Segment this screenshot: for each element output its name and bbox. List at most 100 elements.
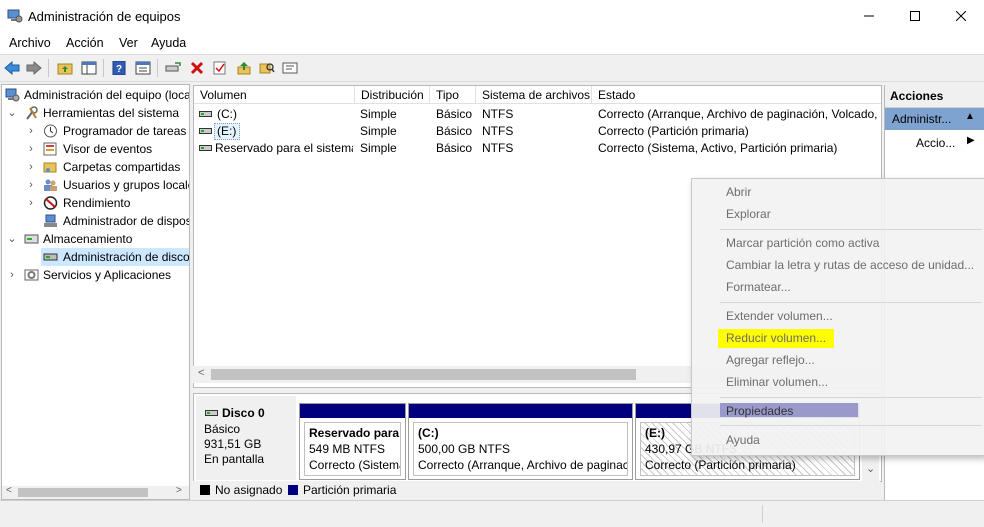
- scrollbar-thumb[interactable]: [18, 488, 148, 497]
- volume-icon: [199, 111, 212, 117]
- menu-ver[interactable]: Ver: [119, 36, 138, 50]
- tree-item-shared-folders[interactable]: › Carpetas compartidas: [2, 158, 189, 176]
- services-icon: [24, 269, 39, 281]
- scroll-left-icon[interactable]: <: [198, 367, 204, 379]
- scrollbar-thumb[interactable]: [211, 369, 636, 380]
- computer-management-icon: [5, 88, 20, 102]
- maximize-button[interactable]: [892, 0, 938, 32]
- partition-status: Correcto (Arranque, Archivo de paginac: [418, 458, 628, 472]
- scroll-right-icon[interactable]: >: [176, 485, 182, 496]
- scroll-down-icon[interactable]: ⌄: [866, 462, 875, 475]
- menu-item-change-letter[interactable]: Cambiar la letra y rutas de acceso de un…: [726, 258, 974, 272]
- menu-item-help[interactable]: Ayuda: [726, 433, 760, 447]
- menu-item-format[interactable]: Formatear...: [726, 280, 791, 294]
- menu-item-add-mirror[interactable]: Agregar reflejo...: [726, 353, 815, 367]
- window-title: Administración de equipos: [28, 9, 181, 24]
- minimize-button[interactable]: [846, 0, 892, 32]
- column-header-type[interactable]: Tipo: [430, 86, 476, 104]
- tree-item-performance[interactable]: › Rendimiento: [2, 194, 189, 212]
- status-bar: [0, 500, 984, 527]
- partition-body: (C:) 500,00 GB NTFS Correcto (Arranque, …: [413, 422, 628, 476]
- menu-archivo[interactable]: Archivo: [9, 36, 51, 50]
- expand-chevron-icon[interactable]: ›: [26, 158, 36, 176]
- actions-more[interactable]: Accio... ▶: [885, 133, 984, 153]
- delete-button[interactable]: [188, 59, 206, 77]
- tree-item-storage[interactable]: ⌄ Almacenamiento: [2, 230, 189, 248]
- back-button[interactable]: [3, 59, 21, 77]
- disk-info-panel[interactable]: Disco 0 Básico 931,51 GB En pantalla: [196, 396, 296, 480]
- tree-item-users-groups[interactable]: › Usuarios y grupos locales: [2, 176, 189, 194]
- column-header-volume[interactable]: Volumen: [194, 86, 355, 104]
- table-row[interactable]: Reservado para el sistema Simple Básico …: [194, 140, 881, 157]
- show-hide-tree-button[interactable]: [80, 59, 98, 77]
- help-icon: ?: [112, 61, 126, 75]
- menu-separator: [720, 425, 982, 426]
- context-menu: Abrir Explorar Marcar partición como act…: [691, 178, 984, 456]
- tree-item-device-manager[interactable]: Administrador de dispositivos: [2, 212, 189, 230]
- table-row[interactable]: (C:) Simple Básico NTFS Correcto (Arranq…: [194, 106, 881, 123]
- tree-item-disk-management[interactable]: Administración de discos: [41, 248, 189, 266]
- checklist-button[interactable]: [211, 59, 229, 77]
- menu-separator: [720, 229, 982, 230]
- expand-chevron-icon[interactable]: ›: [26, 140, 36, 158]
- expand-chevron-icon[interactable]: ›: [7, 266, 17, 284]
- tree-label: Rendimiento: [63, 196, 131, 210]
- checklist-icon: [213, 61, 226, 75]
- properties-view-button[interactable]: [134, 59, 152, 77]
- cell-type: Básico: [436, 141, 473, 155]
- tree-item-task-scheduler[interactable]: › Programador de tareas: [2, 122, 189, 140]
- submenu-arrow-icon: ▶: [967, 135, 975, 146]
- options-button[interactable]: [281, 59, 299, 77]
- tree-item-system-tools[interactable]: ⌄ Herramientas del sistema: [2, 104, 189, 122]
- export-button[interactable]: [235, 59, 253, 77]
- close-button[interactable]: [938, 0, 984, 32]
- collapse-chevron-icon[interactable]: ⌄: [7, 230, 17, 248]
- column-header-filesystem[interactable]: Sistema de archivos: [476, 86, 592, 104]
- expand-chevron-icon[interactable]: ›: [26, 122, 36, 140]
- actions-group-label: Administr...: [892, 112, 952, 126]
- collapse-chevron-icon[interactable]: ⌄: [7, 104, 17, 122]
- cell-type: Básico: [436, 107, 473, 121]
- actions-group-disk-management[interactable]: Administr... ▲: [885, 108, 984, 130]
- menu-item-delete[interactable]: Eliminar volumen...: [726, 375, 828, 389]
- tree-horizontal-scrollbar[interactable]: < >: [1, 485, 190, 500]
- menu-item-properties[interactable]: Propiedades: [726, 404, 793, 418]
- forward-button[interactable]: [25, 59, 43, 77]
- partition-c[interactable]: (C:) 500,00 GB NTFS Correcto (Arranque, …: [408, 403, 633, 480]
- column-header-layout[interactable]: Distribución: [355, 86, 430, 104]
- menu-accion[interactable]: Acción: [66, 36, 104, 50]
- table-row[interactable]: (E:) Simple Básico NTFS Correcto (Partic…: [194, 123, 881, 140]
- menu-item-extend[interactable]: Extender volumen...: [726, 309, 833, 323]
- actions-more-label: Accio...: [916, 136, 956, 150]
- scroll-left-icon[interactable]: <: [6, 485, 12, 496]
- connect-drive-button[interactable]: [164, 59, 182, 77]
- column-header-status[interactable]: Estado: [592, 86, 881, 104]
- expand-chevron-icon[interactable]: ›: [26, 194, 36, 212]
- menu-item-open[interactable]: Abrir: [726, 185, 751, 199]
- help-button[interactable]: ?: [110, 59, 128, 77]
- menu-item-shrink[interactable]: Reducir volumen...: [726, 331, 826, 345]
- menu-separator: [720, 397, 982, 398]
- up-level-button[interactable]: [56, 59, 74, 77]
- disk-drive-icon: [43, 253, 58, 261]
- console-tree-icon: [81, 61, 97, 75]
- computer-management-icon: [7, 9, 23, 23]
- close-icon: [956, 11, 966, 21]
- expand-chevron-icon[interactable]: ›: [26, 176, 36, 194]
- tree-item-event-viewer[interactable]: › Visor de eventos: [2, 140, 189, 158]
- tree-item-services-apps[interactable]: › Servicios y Aplicaciones: [2, 266, 189, 284]
- options-panel-icon: [282, 62, 298, 74]
- collapse-triangle-icon[interactable]: ▲: [965, 111, 975, 122]
- partition-size: 500,00 GB NTFS: [418, 442, 511, 456]
- menu-ayuda[interactable]: Ayuda: [151, 36, 186, 50]
- tree-item-root[interactable]: Administración del equipo (local): [2, 86, 189, 104]
- menu-item-explore[interactable]: Explorar: [726, 207, 771, 221]
- menu-bar: Archivo Acción Ver Ayuda: [0, 32, 984, 54]
- menu-separator: [720, 302, 982, 303]
- tree-label: Herramientas del sistema: [43, 106, 180, 120]
- search-button[interactable]: [258, 59, 276, 77]
- tree-label: Almacenamiento: [43, 232, 133, 246]
- partition-title: Reservado para e: [309, 426, 401, 440]
- partition-reserved[interactable]: Reservado para e 549 MB NTFS Correcto (S…: [299, 403, 406, 480]
- menu-item-mark-active[interactable]: Marcar partición como activa: [726, 236, 879, 250]
